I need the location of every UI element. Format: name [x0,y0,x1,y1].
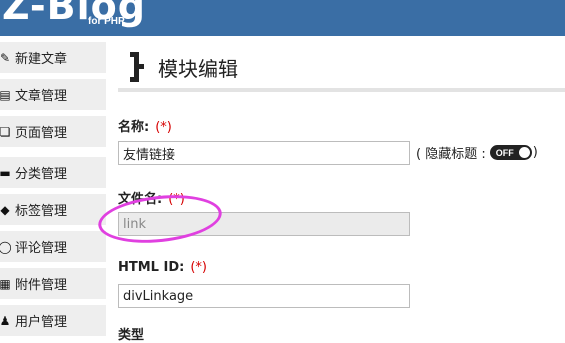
module-tree-icon [130,52,144,82]
main-content: 模块编辑 名称:(*) ( 隐藏标题 : OFF ) 文件名:(*) HTML … [108,36,565,343]
required-mark: (*) [190,260,207,275]
page-header: 模块编辑 [130,52,238,82]
sidebar-item-users[interactable]: ♟ 用户管理 [0,305,106,336]
sidebar: ✎ 新建文章 ▤ 文章管理 ❏ 页面管理 ▬ 分类管理 ◆ 标签管理 ◯ 评论管… [0,36,108,336]
top-header-bar: Z-Blog for PHP [0,0,565,36]
sidebar-item-attachments[interactable]: ▦ 附件管理 [0,268,106,299]
user-icon: ♟ [0,313,11,328]
sidebar-item-label: 附件管理 [15,278,68,293]
html-id-input[interactable] [118,284,410,308]
sidebar-item-comments[interactable]: ◯ 评论管理 [0,231,106,262]
sidebar-item-articles[interactable]: ▤ 文章管理 [0,79,106,110]
sidebar-item-label: 标签管理 [15,204,68,219]
logo-subtitle: for PHP [88,16,125,27]
toggle-state-label: OFF [495,147,514,158]
hide-title-option: ( 隐藏标题 : OFF ) [416,143,538,162]
html-id-field-label: HTML ID: (*) [118,260,207,275]
type-field-label: 类型 [118,328,145,343]
folder-icon: ▬ [0,165,11,180]
sidebar-item-new-article[interactable]: ✎ 新建文章 [0,42,106,73]
sidebar-item-label: 分类管理 [15,167,68,182]
sidebar-item-tags[interactable]: ◆ 标签管理 [0,194,106,225]
sidebar-item-label: 文章管理 [15,89,68,104]
page-title: 模块编辑 [158,56,238,81]
sidebar-item-label: 评论管理 [15,241,68,256]
comment-icon: ◯ [0,239,12,254]
pencil-icon: ✎ [0,50,11,65]
sidebar-item-label: 用户管理 [15,315,68,330]
toggle-knob [518,147,530,158]
sidebar-item-pages[interactable]: ❏ 页面管理 [0,116,106,147]
attachment-icon: ▦ [0,276,11,291]
name-field-label: 名称: (*) [118,120,172,135]
tag-icon: ◆ [0,202,10,217]
required-mark: (*) [155,120,172,135]
sidebar-item-label: 新建文章 [15,52,68,67]
name-input[interactable] [118,141,410,165]
article-icon: ▤ [0,87,11,102]
pages-icon: ❏ [0,124,11,139]
hide-title-label: ( 隐藏标题 : [416,147,486,162]
hide-title-suffix: ) [532,145,538,160]
hide-title-toggle[interactable]: OFF [489,145,532,160]
sidebar-item-categories[interactable]: ▬ 分类管理 [0,157,106,188]
sidebar-item-label: 页面管理 [15,126,68,141]
title-divider [118,88,565,92]
